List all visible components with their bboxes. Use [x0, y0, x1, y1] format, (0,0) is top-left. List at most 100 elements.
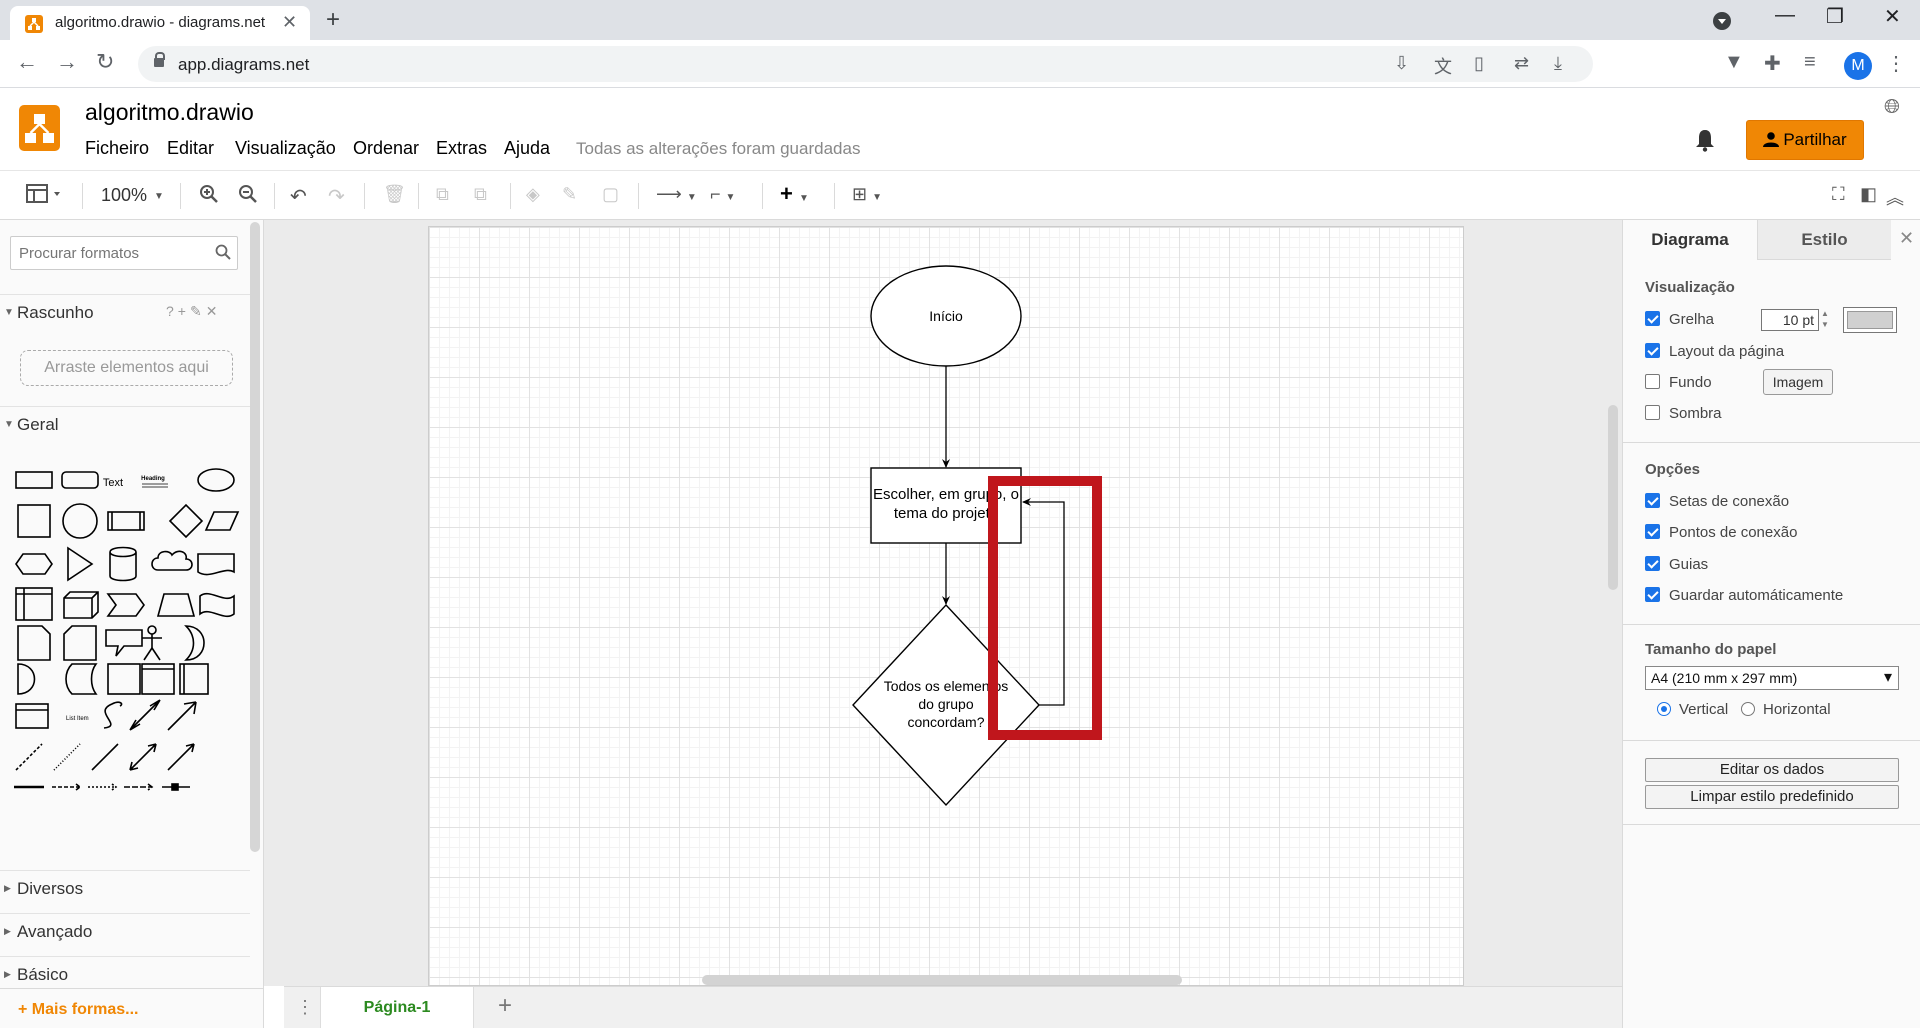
- shadow-checkbox[interactable]: [1645, 405, 1660, 420]
- reload-icon[interactable]: ↻: [96, 49, 114, 75]
- landscape-radio-row[interactable]: Horizontal: [1741, 701, 1831, 718]
- to-back-icon[interactable]: ⧉: [474, 184, 487, 205]
- fullscreen-icon[interactable]: ⛶: [1832, 184, 1845, 205]
- to-front-icon[interactable]: ⧉: [436, 184, 449, 205]
- pages-menu-icon[interactable]: ⋮: [296, 997, 314, 1018]
- section-misc[interactable]: ▶ Diversos: [0, 870, 250, 906]
- table-icon[interactable]: ⊞ ▼: [852, 184, 882, 205]
- zoom-out-icon[interactable]: [238, 184, 258, 209]
- page-save-icon[interactable]: ▯: [1474, 53, 1484, 74]
- delete-icon[interactable]: 🗑︎: [383, 184, 406, 205]
- line-color-icon[interactable]: ✎: [562, 184, 577, 205]
- background-image-button[interactable]: Imagem: [1763, 369, 1833, 395]
- diagram-page[interactable]: Início Escolher, em grupo, o tema do pro…: [428, 226, 1464, 986]
- menu-help[interactable]: Ajuda: [504, 138, 550, 159]
- search-icon[interactable]: [215, 244, 231, 265]
- tab-style[interactable]: Estilo: [1757, 220, 1891, 260]
- share-button[interactable]: Partilhar: [1746, 120, 1864, 160]
- collapse-toolbar-icon[interactable]: ︽: [1886, 184, 1904, 210]
- connection-arrows-row[interactable]: Setas de conexão: [1645, 493, 1789, 510]
- url-text[interactable]: app.diagrams.net: [178, 55, 309, 75]
- section-basic[interactable]: ▶ Básico: [0, 956, 250, 992]
- page-layout-checkbox-row[interactable]: Layout da página: [1645, 343, 1784, 360]
- zoom-dropdown-icon[interactable]: ▼: [154, 191, 164, 202]
- format-panel-icon[interactable]: ◧: [1860, 184, 1877, 205]
- globe-icon[interactable]: 🌐︎: [1884, 96, 1900, 119]
- guides-checkbox[interactable]: [1645, 556, 1660, 571]
- shadow-icon[interactable]: ▢: [602, 184, 619, 205]
- grid-color-swatch[interactable]: [1843, 307, 1897, 333]
- background-checkbox[interactable]: [1645, 374, 1660, 389]
- page-layout-checkbox[interactable]: [1645, 343, 1660, 358]
- scratchpad-tools[interactable]: ?+✎✕: [166, 303, 221, 320]
- zoom-in-icon[interactable]: [199, 184, 219, 209]
- menu-edit[interactable]: Editar: [167, 138, 214, 159]
- translate-icon[interactable]: ⇄: [1514, 53, 1529, 74]
- landscape-radio[interactable]: [1741, 702, 1755, 716]
- connection-points-checkbox[interactable]: [1645, 524, 1660, 539]
- diagram-canvas[interactable]: Início Escolher, em grupo, o tema do pro…: [264, 220, 1622, 986]
- fill-color-icon[interactable]: ◈: [526, 184, 540, 205]
- media-control-icon[interactable]: ≡: [1804, 51, 1816, 74]
- notification-bell-icon[interactable]: [1694, 128, 1716, 157]
- browser-menu-icon[interactable]: ⋮: [1886, 51, 1906, 76]
- section-scratchpad[interactable]: ▼ Rascunho ?+✎✕: [0, 294, 250, 330]
- close-window-icon[interactable]: ✕: [1884, 4, 1901, 29]
- grid-checkbox[interactable]: [1645, 311, 1660, 326]
- waypoints-icon[interactable]: ⌐ ▼: [710, 184, 735, 205]
- grid-size-input[interactable]: 10 pt: [1761, 309, 1819, 331]
- menu-arrange[interactable]: Ordenar: [353, 138, 419, 159]
- extensions-puzzle-icon[interactable]: ✚: [1764, 51, 1781, 76]
- background-checkbox-row[interactable]: Fundo: [1645, 374, 1712, 391]
- connection-points-row[interactable]: Pontos de conexão: [1645, 524, 1797, 541]
- lock-icon[interactable]: [154, 52, 165, 67]
- page-tab-active[interactable]: Página-1: [320, 987, 474, 1028]
- shape-search-input[interactable]: [19, 245, 199, 262]
- insert-icon[interactable]: + ▼: [780, 181, 809, 207]
- grid-checkbox-row[interactable]: Grelha: [1645, 311, 1714, 328]
- menu-extras[interactable]: Extras: [436, 138, 487, 159]
- menu-view[interactable]: Visualização: [235, 138, 336, 159]
- undo-icon[interactable]: ↶: [290, 184, 307, 209]
- portrait-radio-row[interactable]: Vertical: [1657, 701, 1728, 718]
- translate-page-icon[interactable]: 文: [1434, 53, 1452, 79]
- back-icon[interactable]: ←: [16, 49, 38, 75]
- add-page-icon[interactable]: +: [498, 992, 512, 1020]
- url-bar[interactable]: app.diagrams.net ⤓ ⇄ ▯ 文 ⇩: [138, 46, 1593, 82]
- paper-size-select[interactable]: A4 (210 mm x 297 mm): [1645, 666, 1899, 690]
- format-panel-toggle-icon[interactable]: [26, 184, 62, 209]
- tab-search-icon[interactable]: [1713, 12, 1731, 30]
- new-tab-icon[interactable]: +: [326, 6, 340, 34]
- section-general[interactable]: ▼ Geral: [0, 406, 250, 442]
- connection-arrows-checkbox[interactable]: [1645, 493, 1660, 508]
- more-shapes-link[interactable]: + Mais formas...: [18, 1001, 139, 1019]
- portrait-radio[interactable]: [1657, 702, 1671, 716]
- clear-default-style-button[interactable]: Limpar estilo predefinido: [1645, 785, 1899, 809]
- connection-style-icon[interactable]: ⟶ ▼: [656, 184, 697, 205]
- grid-size-stepper-icon[interactable]: ▲ ▼: [1821, 308, 1829, 330]
- section-advanced[interactable]: ▶ Avançado: [0, 913, 250, 949]
- shadow-checkbox-row[interactable]: Sombra: [1645, 405, 1722, 422]
- document-title[interactable]: algoritmo.drawio: [85, 99, 254, 126]
- scratchpad-drop-zone[interactable]: Arraste elementos aqui: [20, 350, 233, 386]
- close-panel-icon[interactable]: ✕: [1899, 228, 1914, 249]
- extension-vpn-icon[interactable]: ▼: [1724, 51, 1744, 74]
- install-icon[interactable]: ⤓: [1554, 53, 1562, 74]
- forward-icon[interactable]: →: [56, 49, 78, 75]
- general-shapes-grid[interactable]: Text Heading List Item: [12, 460, 242, 840]
- canvas-horizontal-scrollbar[interactable]: [702, 975, 1182, 985]
- sidebar-scrollbar[interactable]: [250, 222, 260, 852]
- autosave-checkbox[interactable]: [1645, 587, 1660, 602]
- diagram-drawing[interactable]: Início Escolher, em grupo, o tema do pro…: [429, 227, 1465, 986]
- menu-file[interactable]: Ficheiro: [85, 138, 149, 159]
- guides-row[interactable]: Guias: [1645, 556, 1708, 573]
- zoom-level[interactable]: 100%: [101, 185, 147, 206]
- profile-avatar[interactable]: M: [1844, 52, 1872, 80]
- close-tab-icon[interactable]: ✕: [282, 12, 297, 33]
- redo-icon[interactable]: ↷: [328, 184, 345, 209]
- tab-diagram[interactable]: Diagrama: [1623, 220, 1757, 260]
- maximize-icon[interactable]: ❐: [1826, 4, 1844, 29]
- edit-data-button[interactable]: Editar os dados: [1645, 758, 1899, 782]
- browser-tab[interactable]: algoritmo.drawio - diagrams.net ✕: [10, 6, 310, 40]
- download-icon[interactable]: ⇩: [1394, 53, 1409, 74]
